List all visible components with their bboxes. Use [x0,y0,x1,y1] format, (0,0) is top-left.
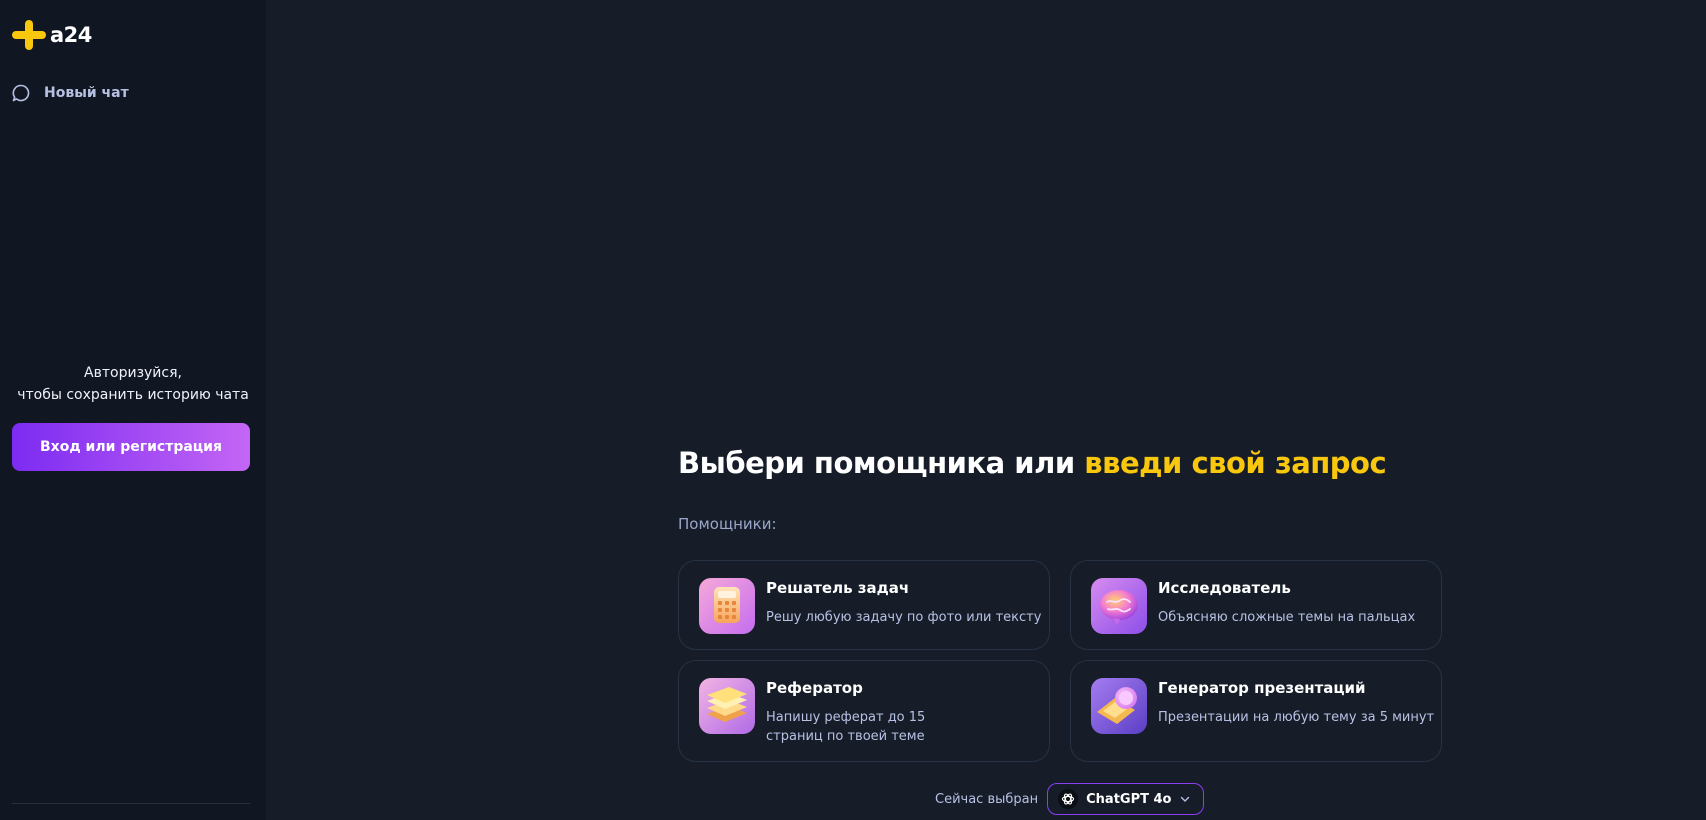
auth-hint: Авторизуйся, чтобы сохранить историю чат… [0,362,266,406]
brand-name: a24 [50,23,92,47]
sidebar: a24 Новый чат Авторизуйся, чтобы сохрани… [0,0,266,820]
assistant-desc: Презентации на любую тему за 5 минут [1158,710,1435,725]
assistant-title: Решатель задач [766,579,910,597]
model-selector-row: Сейчас выбран ChatGPT 4o [935,783,1205,815]
assistants-label: Помощники: [678,515,777,533]
chevron-down-icon [1181,796,1190,802]
page-title: Выбери помощника или введи свой запрос [678,446,1387,480]
calculator-icon [699,578,755,634]
login-register-button[interactable]: Вход или регистрация [12,423,250,471]
auth-hint-line2: чтобы сохранить историю чата [17,387,249,403]
assistant-card-solver[interactable]: Решатель задач Решу любую задачу по фото… [678,560,1050,650]
openai-icon [1058,789,1079,809]
auth-hint-line1: Авторизуйся, [84,365,182,381]
assistant-card-essay[interactable]: Реферaтор Напишу реферат до 15 страниц п… [678,660,1050,762]
plus-logo-icon [12,20,46,50]
assistant-title: Реферaтор [766,679,863,697]
brand-logo[interactable]: a24 [12,18,92,52]
brain-icon [1091,578,1147,634]
assistant-title: Генератор презентаций [1158,679,1366,697]
chat-bubble-icon [12,84,30,102]
papers-icon [699,678,755,734]
new-chat-label: Новый чат [44,85,129,101]
assistant-desc: Объясняю сложные темы на пальцах [1158,610,1416,625]
assistant-desc: Напишу реферат до 15 страниц по твоей те… [766,708,925,746]
assistant-card-presentation[interactable]: Генератор презентаций Презентации на люб… [1070,660,1442,762]
new-chat-button[interactable]: Новый чат [12,84,129,102]
model-label: Сейчас выбран [935,791,1039,807]
page-title-highlight: введи свой запрос [1084,446,1387,480]
presentation-icon [1091,678,1147,734]
model-name: ChatGPT 4o [1086,791,1172,807]
assistant-desc-line1: Напишу реферат до 15 [766,710,926,725]
assistant-desc-line2: страниц по твоей теме [766,729,925,744]
assistant-title: Исследователь [1158,579,1291,597]
assistant-card-researcher[interactable]: Исследователь Объясняю сложные темы на п… [1070,560,1442,650]
page-title-main: Выбери помощника или [678,446,1085,480]
assistant-desc: Решу любую задачу по фото или тексту [766,610,1042,625]
model-select[interactable]: ChatGPT 4o [1047,783,1205,815]
sidebar-divider [12,803,250,804]
